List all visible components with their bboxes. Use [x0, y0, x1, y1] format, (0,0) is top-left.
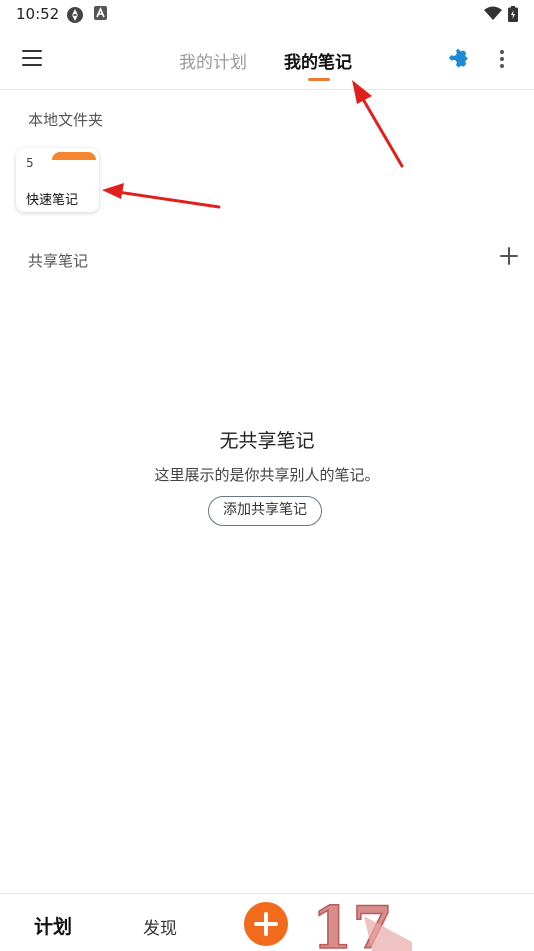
puzzle-icon[interactable]: [446, 46, 470, 70]
add-fab-button[interactable]: [244, 902, 288, 946]
notification-a-icon: [94, 6, 107, 20]
empty-state-title: 无共享笔记: [219, 430, 315, 452]
sync-icon: [67, 7, 83, 23]
menu-icon[interactable]: [22, 50, 42, 66]
add-icon[interactable]: [499, 246, 519, 266]
empty-state-description: 这里展示的是你共享别人的笔记。: [154, 466, 380, 484]
local-folders-title: 本地文件夹: [28, 111, 104, 129]
folder-card-quick-notes[interactable]: 5 快速笔记: [16, 148, 99, 212]
bottom-nav: 计划 发现 17: [0, 893, 534, 951]
add-shared-note-button[interactable]: 添加共享笔记: [208, 496, 322, 526]
top-app-bar: 我的计划 我的笔记: [0, 28, 534, 90]
battery-icon: [508, 6, 518, 22]
folder-name: 快速笔记: [26, 193, 79, 208]
nav-item-discover[interactable]: 发现: [143, 914, 177, 939]
arrow-to-folder-card: [102, 183, 221, 209]
nav-item-plan[interactable]: 计划: [34, 912, 72, 939]
tab-my-notes[interactable]: 我的笔记: [284, 48, 352, 73]
folder-note-count: 5: [26, 156, 34, 170]
wifi-icon: [484, 6, 502, 20]
shared-notes-title: 共享笔记: [28, 252, 89, 270]
folder-tab-accent: [52, 152, 96, 160]
arrow-to-notes-tab: [352, 80, 404, 168]
status-time: 10:52: [16, 5, 60, 23]
more-vert-icon[interactable]: [495, 48, 509, 70]
active-tab-indicator: [308, 78, 330, 81]
watermark-logo: 17: [312, 894, 412, 951]
tab-my-plans[interactable]: 我的计划: [179, 48, 247, 73]
status-bar: 10:52: [0, 0, 534, 28]
